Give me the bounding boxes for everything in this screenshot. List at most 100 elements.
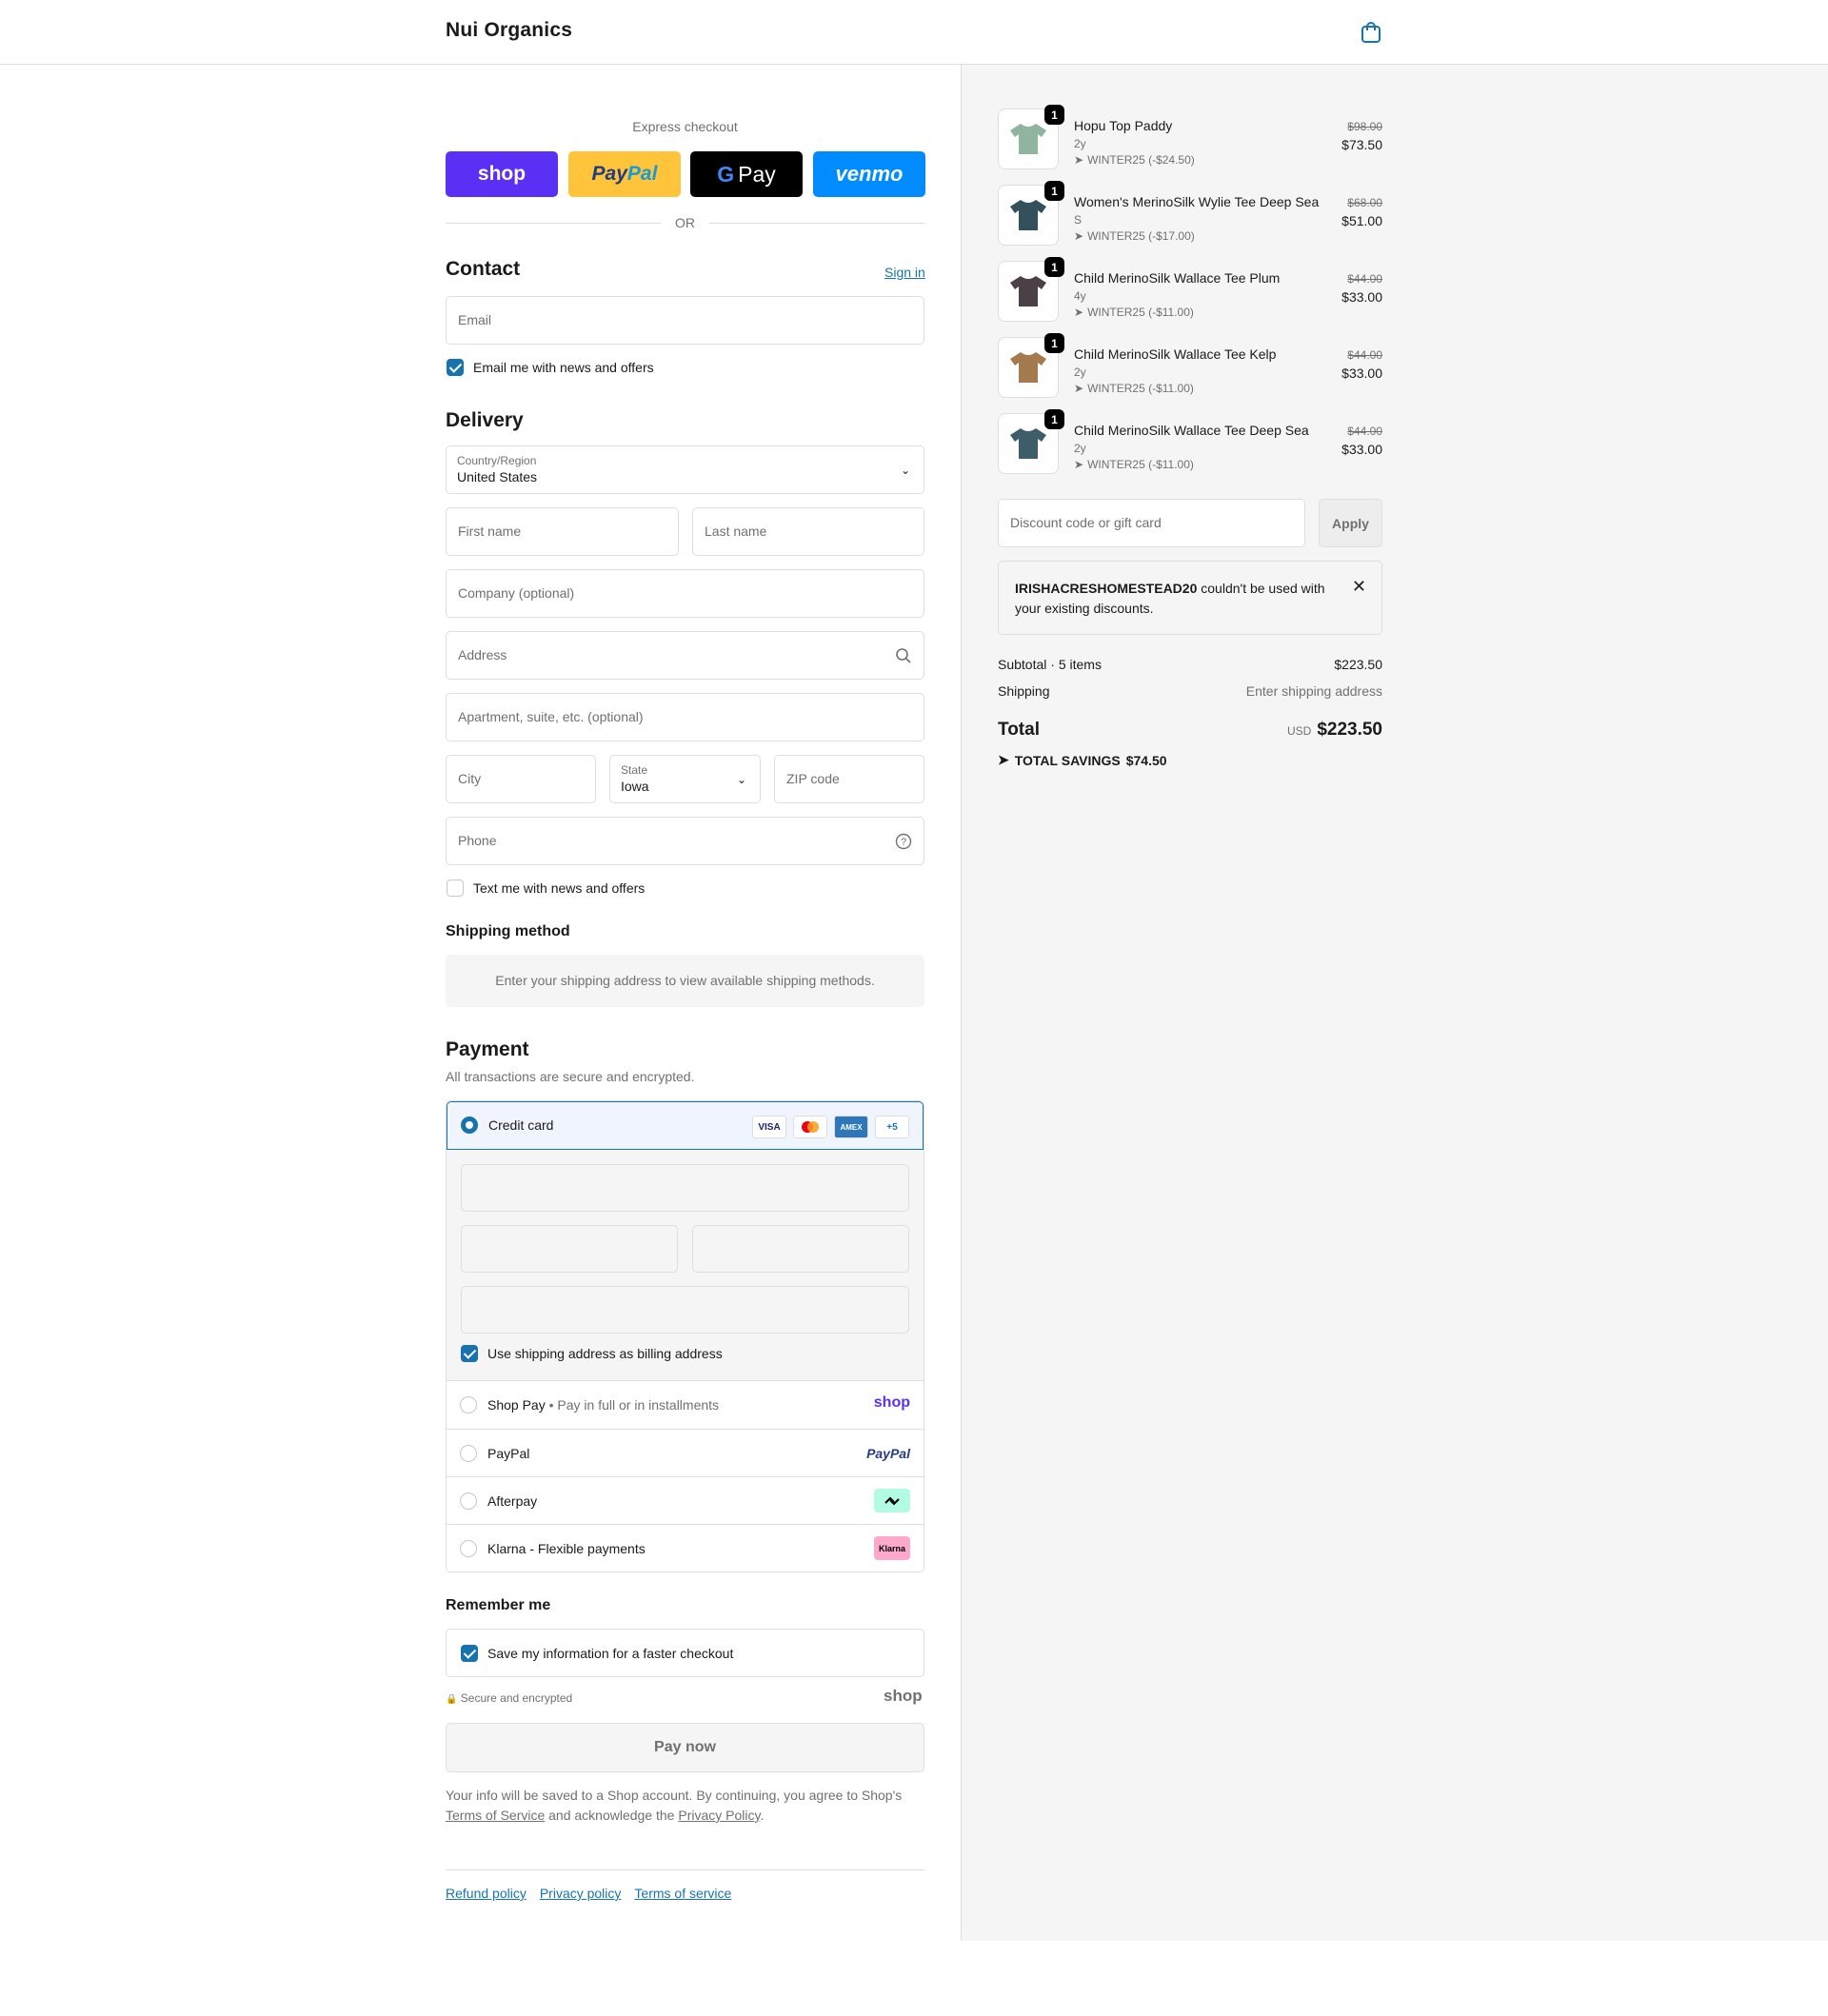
credit-card-option[interactable]: Credit card VISA AMEX +5	[447, 1101, 924, 1150]
item-discount: ➤ WINTER25 (-$11.00)	[1074, 306, 1194, 319]
shop-pay-sub: Pay in full or in installments	[557, 1397, 720, 1413]
chevron-down-icon: ⌄	[736, 773, 746, 786]
tag-icon: ➤	[1074, 382, 1084, 395]
city-field[interactable]: City	[446, 755, 596, 803]
item-price: $33.00	[1341, 442, 1382, 457]
save-info-checkbox[interactable]	[461, 1645, 478, 1662]
item-original-price: $98.00	[1347, 120, 1382, 133]
first-name-field[interactable]: First name	[446, 507, 679, 556]
email-placeholder: Email	[458, 312, 492, 327]
remember-me-option[interactable]: Save my information for a faster checkou…	[446, 1629, 924, 1677]
close-icon[interactable]: ✕	[1352, 577, 1366, 597]
email-field[interactable]: Email	[446, 296, 924, 345]
card-expiry-field[interactable]	[461, 1225, 678, 1273]
quantity-badge: 1	[1044, 333, 1064, 353]
paypal-label: PayPal	[487, 1446, 530, 1461]
company-placeholder: Company (optional)	[458, 585, 575, 601]
company-field[interactable]: Company (optional)	[446, 569, 924, 618]
secure-note: 🔒 Secure and encrypted	[446, 1691, 572, 1705]
express-checkout-label: Express checkout	[632, 119, 738, 134]
text-optin-checkbox[interactable]	[447, 880, 464, 897]
cart-bag-icon[interactable]	[1361, 21, 1381, 44]
city-placeholder: City	[458, 771, 482, 786]
afterpay-option[interactable]: Afterpay	[447, 1476, 924, 1524]
zip-field[interactable]: ZIP code	[774, 755, 924, 803]
paypal-express-button[interactable]: Pay Pal	[568, 151, 681, 197]
country-value: United States	[457, 469, 538, 484]
text-optin-label: Text me with news and offers	[473, 880, 646, 896]
credit-card-label: Credit card	[488, 1117, 554, 1133]
pay-now-button[interactable]: Pay now	[446, 1723, 924, 1772]
help-icon[interactable]: ?	[895, 833, 912, 850]
quantity-badge: 1	[1044, 257, 1064, 277]
secure-label: Secure and encrypted	[460, 1691, 573, 1705]
afterpay-label: Afterpay	[487, 1493, 538, 1509]
paypal-radio[interactable]	[460, 1445, 477, 1462]
afterpay-radio[interactable]	[460, 1492, 477, 1510]
svg-text:?: ?	[901, 837, 906, 848]
payment-heading: Payment	[446, 1038, 529, 1060]
refund-policy-link[interactable]: Refund policy	[446, 1886, 527, 1901]
chevron-down-icon: ⌄	[900, 464, 910, 477]
klarna-radio[interactable]	[460, 1540, 477, 1557]
state-value: Iowa	[621, 779, 649, 794]
card-number-field[interactable]	[461, 1164, 909, 1212]
privacy-policy-link[interactable]: Privacy policy	[540, 1886, 622, 1901]
savings-value: $74.50	[1125, 752, 1167, 768]
shop-pay-radio[interactable]	[460, 1396, 477, 1413]
address-placeholder: Address	[458, 647, 507, 662]
subtotal-row: Subtotal · 5 items $223.50	[998, 657, 1382, 672]
order-item: 1 Women's MerinoSilk Wylie Tee Deep Sea …	[998, 181, 1382, 251]
phone-field[interactable]: Phone ?	[446, 817, 924, 865]
venmo-express-button[interactable]: venmo	[813, 151, 925, 197]
item-original-price: $44.00	[1347, 272, 1382, 286]
visa-icon: VISA	[752, 1116, 786, 1138]
brand-logo[interactable]: Nui Organics	[446, 19, 572, 42]
mastercard-icon	[793, 1116, 827, 1138]
item-discount: ➤ WINTER25 (-$11.00)	[1074, 458, 1194, 471]
order-item: 1 Child MerinoSilk Wallace Tee Kelp 2y ➤…	[998, 333, 1382, 404]
klarna-option[interactable]: Klarna - Flexible payments Klarna	[447, 1524, 924, 1571]
shop-pay-label: Shop Pay	[487, 1397, 546, 1413]
quantity-badge: 1	[1044, 105, 1064, 125]
last-name-placeholder: Last name	[705, 524, 767, 539]
country-select[interactable]: Country/Region United States ⌄	[446, 445, 924, 494]
tshirt-icon	[1010, 124, 1046, 154]
item-discount: ➤ WINTER25 (-$17.00)	[1074, 229, 1195, 243]
shipping-method-heading: Shipping method	[446, 923, 570, 939]
billing-same-checkbox[interactable]	[461, 1345, 478, 1362]
shop-pay-express-button[interactable]: shop	[446, 151, 558, 197]
credit-card-radio[interactable]	[461, 1117, 478, 1134]
savings-label: TOTAL SAVINGS	[1014, 752, 1121, 768]
state-select[interactable]: State Iowa ⌄	[609, 755, 761, 803]
payment-subtitle: All transactions are secure and encrypte…	[446, 1069, 695, 1084]
shop-terms-link[interactable]: Terms of Service	[446, 1808, 545, 1823]
apartment-placeholder: Apartment, suite, etc. (optional)	[458, 709, 644, 724]
tshirt-icon	[1010, 352, 1046, 383]
card-name-field[interactable]	[461, 1286, 909, 1334]
total-savings: ➤ TOTAL SAVINGS $74.50	[998, 752, 1167, 768]
sign-in-link[interactable]: Sign in	[884, 265, 925, 280]
quantity-badge: 1	[1044, 409, 1064, 429]
shop-pay-option[interactable]: Shop Pay • Pay in full or in installment…	[447, 1381, 924, 1429]
item-original-price: $44.00	[1347, 348, 1382, 362]
terms-of-service-link[interactable]: Terms of service	[634, 1886, 731, 1901]
tshirt-icon	[1010, 276, 1046, 306]
item-variant: 4y	[1074, 289, 1086, 303]
paypal-option[interactable]: PayPal PayPal	[447, 1429, 924, 1476]
discount-code-field[interactable]: Discount code or gift card	[998, 499, 1305, 547]
email-optin-label: Email me with news and offers	[473, 360, 654, 375]
credit-card-form: Use shipping address as billing address	[447, 1150, 924, 1381]
address-field[interactable]: Address	[446, 631, 924, 680]
apartment-field[interactable]: Apartment, suite, etc. (optional)	[446, 693, 924, 741]
email-optin-checkbox[interactable]	[447, 359, 464, 376]
google-pay-express-button[interactable]: G Pay	[690, 151, 803, 197]
shop-logo: shop	[884, 1687, 923, 1705]
shipping-row: Shipping Enter shipping address	[998, 683, 1382, 699]
discount-error-notice: IRISHACRESHOMESTEAD20 couldn't be used w…	[998, 561, 1382, 635]
klarna-logo: Klarna	[874, 1536, 910, 1560]
apply-discount-button[interactable]: Apply	[1319, 499, 1382, 547]
card-cvv-field[interactable]	[692, 1225, 909, 1273]
shop-privacy-link[interactable]: Privacy Policy	[678, 1808, 760, 1823]
last-name-field[interactable]: Last name	[692, 507, 924, 556]
